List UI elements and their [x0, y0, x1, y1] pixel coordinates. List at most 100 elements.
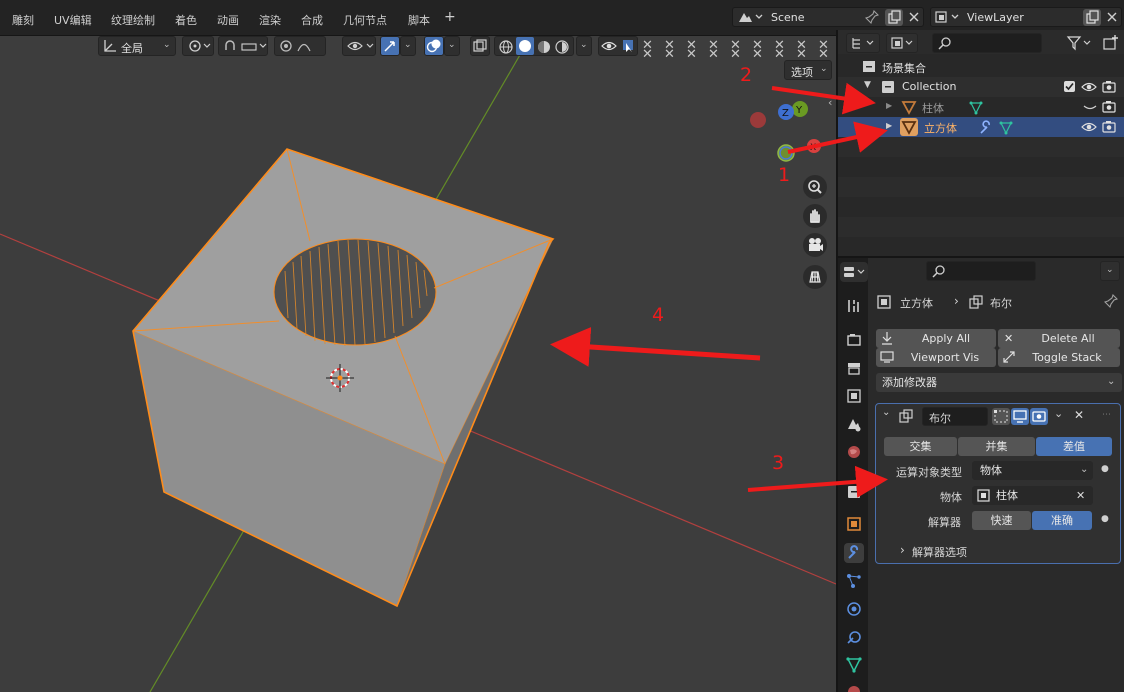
options-dropdown[interactable]: 选项 ⌄: [784, 60, 832, 80]
camera-render-icon[interactable]: [1101, 100, 1117, 117]
camera-render-icon[interactable]: [1101, 120, 1117, 137]
rendered-shading-icon[interactable]: [554, 39, 570, 58]
options-dropdown[interactable]: ⌄: [1100, 261, 1120, 281]
modifier-tab[interactable]: [844, 543, 864, 563]
close-icon[interactable]: ✕: [708, 47, 719, 62]
outliner-row-scene-collection[interactable]: 场景集合: [838, 57, 1124, 77]
new-scene-icon[interactable]: [885, 9, 903, 26]
gizmo-dropdown[interactable]: ⌄: [400, 36, 416, 56]
close-icon[interactable]: ✕: [752, 47, 763, 62]
visibility-toggle-group[interactable]: [598, 36, 638, 56]
new-viewlayer-icon[interactable]: [1083, 9, 1101, 26]
expand-arrow-icon[interactable]: ▶: [886, 121, 892, 130]
operation-union-button[interactable]: 并集: [958, 437, 1035, 456]
outliner-row-cube[interactable]: ▶ 立方体: [838, 117, 1124, 137]
keyframe-dot-icon[interactable]: ●: [1101, 514, 1109, 524]
close-icon[interactable]: ✕: [730, 47, 741, 62]
operand-type-dropdown[interactable]: 物体 ⌄: [972, 461, 1093, 480]
filter-icon[interactable]: [1066, 35, 1094, 54]
chevron-right-icon[interactable]: ›: [900, 543, 905, 557]
scene-selector[interactable]: Scene: [732, 7, 924, 27]
delete-viewlayer-icon[interactable]: [1103, 9, 1121, 26]
close-icon[interactable]: ✕: [686, 47, 697, 62]
solid-shading-icon[interactable]: [516, 37, 534, 55]
pan-hand-icon[interactable]: [803, 204, 827, 228]
outliner-search-input[interactable]: [932, 33, 1042, 53]
gizmo-toggle[interactable]: [380, 36, 400, 56]
physics-tab[interactable]: [844, 599, 864, 619]
eye-icon[interactable]: [1081, 80, 1097, 97]
pin-icon[interactable]: [864, 9, 883, 27]
camera-view-icon[interactable]: [803, 233, 827, 257]
camera-render-icon[interactable]: [1101, 80, 1117, 97]
workspace-tab-uv-editing[interactable]: UV编辑: [54, 12, 92, 28]
overlays-dropdown[interactable]: ⌄: [444, 36, 460, 56]
transform-orientation-dropdown[interactable]: 全局 ⌄: [98, 36, 176, 56]
close-icon[interactable]: ✕: [1076, 486, 1085, 505]
workspace-tab-animation[interactable]: 动画: [217, 12, 239, 28]
scene-tab[interactable]: [844, 414, 864, 434]
workspace-tab-scripting[interactable]: 脚本: [408, 12, 430, 28]
snap-dropdown[interactable]: [218, 36, 268, 56]
object-field[interactable]: 柱体 ✕: [972, 486, 1093, 505]
zoom-icon[interactable]: [803, 175, 827, 199]
expand-arrow-icon[interactable]: ▶: [886, 101, 892, 110]
operation-difference-button[interactable]: 差值: [1036, 437, 1112, 456]
workspace-tab-shading[interactable]: 着色: [175, 12, 197, 28]
add-workspace-button[interactable]: +: [444, 9, 456, 25]
shading-mode-group[interactable]: [494, 36, 574, 56]
object-data-tab[interactable]: [844, 655, 864, 675]
workspace-tab-sculpting[interactable]: 雕刻: [12, 12, 34, 28]
viewport-display-toggle-icon[interactable]: [1011, 408, 1029, 425]
perspective-grid-icon[interactable]: [803, 265, 827, 289]
close-icon[interactable]: ✕: [642, 47, 653, 62]
constraints-tab[interactable]: [844, 627, 864, 647]
proportional-editing[interactable]: [274, 36, 326, 56]
filter-type-dropdown[interactable]: [886, 33, 918, 53]
material-shading-icon[interactable]: [536, 39, 552, 58]
object-tab[interactable]: [844, 514, 864, 534]
delete-all-button[interactable]: ✕ Delete All: [998, 329, 1120, 348]
overlays-toggle[interactable]: [424, 36, 444, 56]
edit-mode-toggle-icon[interactable]: [992, 408, 1010, 425]
close-icon[interactable]: ✕: [1074, 408, 1084, 422]
render-tab[interactable]: [844, 330, 864, 350]
pin-icon[interactable]: [1103, 293, 1119, 311]
workspace-tab-rendering[interactable]: 渲染: [259, 12, 281, 28]
chevron-down-icon[interactable]: ⌄: [1054, 407, 1063, 420]
editor-type-dropdown[interactable]: [840, 262, 868, 282]
particles-tab[interactable]: [844, 571, 864, 591]
workspace-tab-geometry-nodes[interactable]: 几何节点: [343, 12, 387, 28]
viewlayer-selector[interactable]: ViewLayer: [930, 7, 1122, 27]
expand-arrow-icon[interactable]: ▼: [864, 80, 871, 90]
workspace-tab-compositing[interactable]: 合成: [301, 12, 323, 28]
3d-viewport[interactable]: 全局 ⌄ ⌄ ⌄ ⌄ ✕ ✕ ✕ ✕ ✕ ✕ ✕ ✕ ✕ ✕ ✕ ✕ ✕ ✕ ✕…: [0, 36, 836, 692]
modifier-name-field[interactable]: 布尔: [922, 407, 988, 426]
collection-tab[interactable]: [844, 482, 864, 502]
sidebar-toggle-icon[interactable]: ‹: [828, 96, 832, 109]
workspace-tab-texture-paint[interactable]: 纹理绘制: [111, 12, 155, 28]
keyframe-dot-icon[interactable]: ●: [1101, 464, 1109, 474]
exclude-checkbox[interactable]: [1064, 81, 1075, 92]
shading-dropdown[interactable]: ⌄: [576, 36, 592, 56]
eye-icon[interactable]: [1081, 120, 1097, 137]
object-visibility-dropdown[interactable]: [342, 36, 376, 56]
pivot-point-dropdown[interactable]: [182, 36, 214, 56]
display-mode-dropdown[interactable]: [846, 33, 880, 53]
output-tab[interactable]: [844, 358, 864, 378]
solver-fast-button[interactable]: 快速: [972, 511, 1031, 530]
eye-closed-icon[interactable]: [1082, 100, 1098, 117]
add-modifier-dropdown[interactable]: 添加修改器 ⌄: [876, 373, 1122, 392]
apply-all-button[interactable]: Apply All: [876, 329, 996, 348]
outliner-row-cylinder[interactable]: ▶ 柱体: [838, 97, 1124, 117]
render-toggle-icon[interactable]: [1030, 408, 1048, 425]
operation-intersect-button[interactable]: 交集: [884, 437, 957, 456]
properties-search-input[interactable]: [926, 261, 1036, 281]
wireframe-shading-icon[interactable]: [498, 39, 514, 58]
solver-options-toggle[interactable]: 解算器选项: [912, 544, 967, 560]
close-icon[interactable]: ✕: [774, 47, 785, 62]
world-tab[interactable]: [844, 442, 864, 462]
xray-toggle[interactable]: [470, 36, 490, 56]
new-collection-icon[interactable]: [1102, 34, 1120, 55]
tool-settings-tab[interactable]: [844, 296, 864, 316]
